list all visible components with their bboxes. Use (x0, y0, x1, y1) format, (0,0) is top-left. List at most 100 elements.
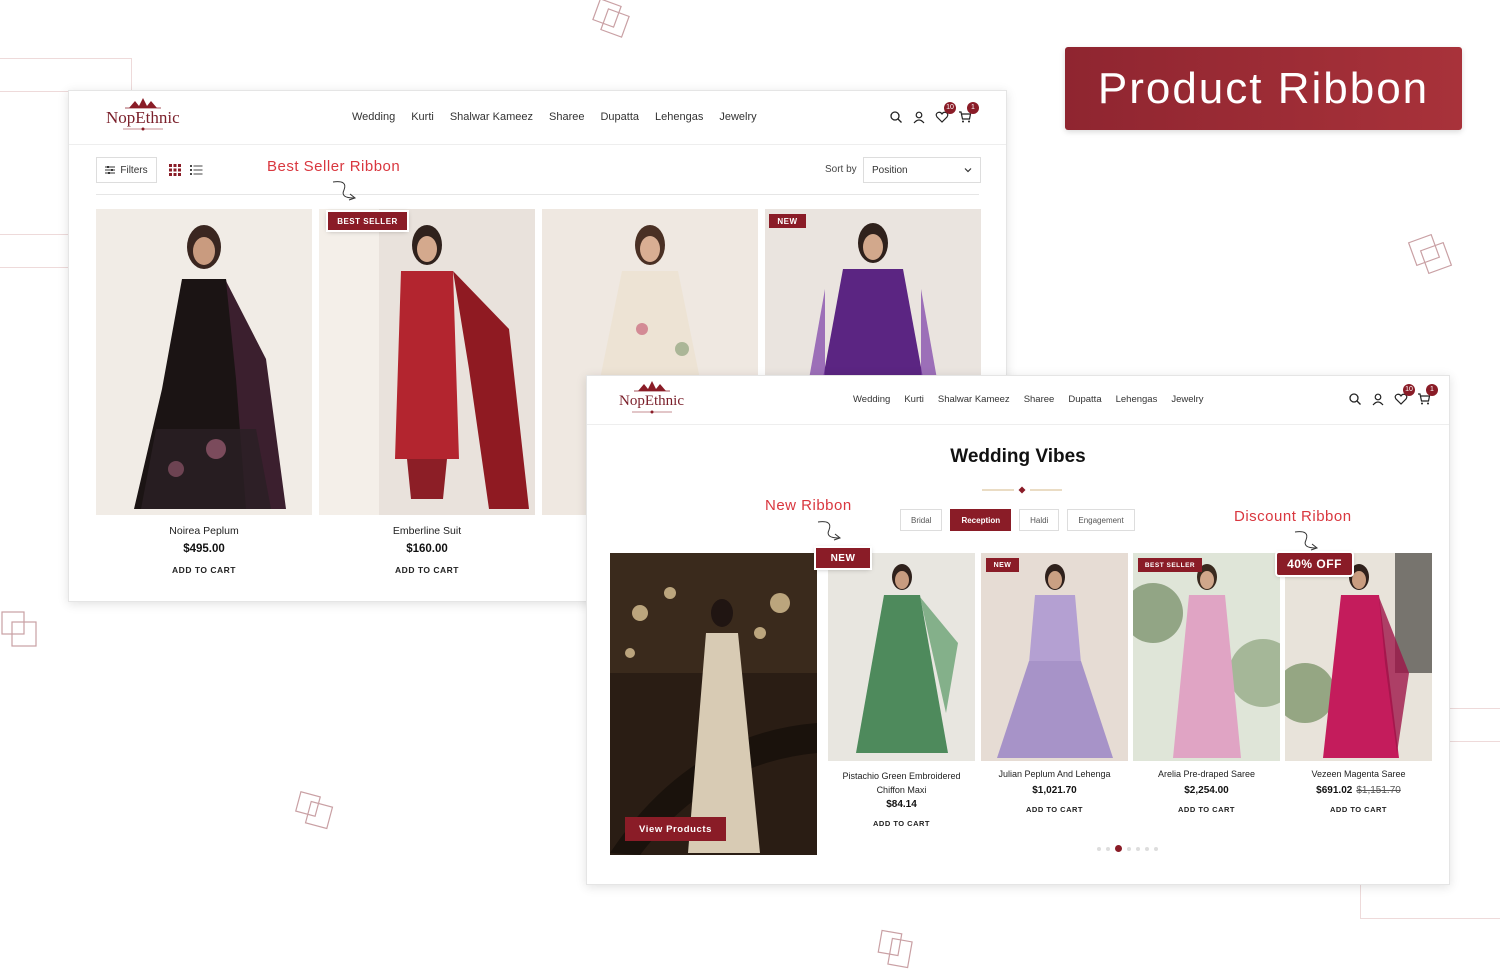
best-seller-annotation: Best Seller Ribbon (267, 158, 401, 175)
toolbar-divider (96, 194, 979, 195)
carousel-dot[interactable] (1145, 846, 1149, 851)
product-image[interactable] (319, 209, 535, 515)
new-ribbon: NEW (986, 558, 1019, 572)
carousel-dot[interactable] (1136, 846, 1140, 851)
account-icon[interactable] (1371, 392, 1385, 406)
sort-select-value: Position (872, 165, 908, 176)
store-logo[interactable]: NopEthnic (106, 97, 180, 131)
nav-item-kurti[interactable]: Kurti (411, 111, 434, 123)
new-ribbon: NEW (816, 548, 870, 568)
logo-text: NopEthnic (106, 108, 180, 127)
site-header: NopEthnic Wedding Kurti Shalwar Kameez S… (69, 91, 1006, 145)
filters-label: Filters (120, 164, 148, 176)
decor-squares-icon (295, 791, 334, 830)
logo-underline-icon (122, 127, 163, 131)
decor-squares-icon (1407, 233, 1453, 275)
grid-view-icon[interactable] (169, 164, 181, 176)
product-name[interactable]: Noirea Peplum (96, 525, 312, 537)
wishlist-icon[interactable]: 10 (1394, 384, 1415, 406)
carousel-dot[interactable] (1127, 846, 1131, 851)
discount-ribbon-annotation: Discount Ribbon (1234, 508, 1352, 525)
product-name[interactable]: Pistachio Green Embroidered Chiffon Maxi (828, 769, 975, 797)
nav-item-wedding[interactable]: Wedding (853, 394, 890, 405)
decor-line (0, 234, 68, 268)
product-name[interactable]: Vezeen Magenta Saree (1285, 769, 1432, 779)
sale-price: $691.02 (1316, 785, 1353, 796)
nav-item-shalwar-kameez[interactable]: Shalwar Kameez (938, 394, 1010, 405)
store-logo[interactable]: NopEthnic (619, 380, 684, 414)
product-image[interactable] (1133, 553, 1280, 761)
add-to-cart-button[interactable]: ADD TO CART (96, 565, 312, 575)
tab-bridal[interactable]: Bridal (900, 509, 943, 531)
cart-icon[interactable]: 1 (958, 102, 979, 124)
nav-item-wedding[interactable]: Wedding (352, 111, 395, 123)
decor-frame (0, 58, 132, 92)
carousel-dot-active[interactable] (1115, 845, 1122, 852)
curved-arrow-icon (1294, 531, 1319, 551)
product-name[interactable]: Emberline Suit (319, 525, 535, 537)
featured-banner-image[interactable] (610, 553, 817, 855)
banner-title: Product Ribbon (1097, 63, 1430, 113)
filters-button[interactable]: Filters (96, 157, 157, 183)
add-to-cart-button[interactable]: ADD TO CART (319, 565, 535, 575)
nav-item-shalwar-kameez[interactable]: Shalwar Kameez (450, 111, 533, 123)
curved-arrow-icon (332, 181, 357, 201)
ribbon-label: BEST SELLER (1144, 561, 1196, 569)
product-price: $160.00 (406, 543, 448, 555)
product-name-line: Chiffon Maxi (876, 785, 927, 795)
carousel-dot[interactable] (1097, 846, 1101, 851)
tab-reception[interactable]: Reception (950, 509, 1012, 531)
add-to-cart-button[interactable]: ADD TO CART (981, 805, 1128, 814)
product-name[interactable]: Arelia Pre-draped Saree (1133, 769, 1280, 779)
nav-item-jewelry[interactable]: Jewelry (1171, 394, 1203, 405)
wishlist-icon[interactable]: 10 (935, 102, 956, 124)
ribbon-label: 40% OFF (1287, 557, 1342, 571)
new-ribbon-annotation: New Ribbon (765, 497, 852, 514)
product-image[interactable] (96, 209, 312, 515)
account-icon[interactable] (912, 110, 926, 124)
search-icon[interactable] (1348, 392, 1362, 406)
ribbon-label: NEW (777, 216, 798, 226)
add-to-cart-button[interactable]: ADD TO CART (1285, 805, 1432, 814)
nav-item-sharee[interactable]: Sharee (1024, 394, 1055, 405)
main-nav: Wedding Kurti Shalwar Kameez Sharee Dupa… (352, 111, 773, 123)
add-to-cart-button[interactable]: ADD TO CART (828, 819, 975, 828)
wishlist-count-badge: 10 (944, 102, 956, 114)
cart-icon[interactable]: 1 (1417, 384, 1438, 406)
product-image[interactable] (828, 553, 975, 761)
product-image[interactable] (1285, 553, 1432, 761)
nav-item-sharee[interactable]: Sharee (549, 111, 584, 123)
cart-count-badge: 1 (1426, 384, 1438, 396)
discount-ribbon: 40% OFF (1277, 553, 1352, 575)
search-icon[interactable] (889, 110, 903, 124)
decor-line (1450, 708, 1500, 742)
add-to-cart-button[interactable]: ADD TO CART (1133, 805, 1280, 814)
nav-item-lehengas[interactable]: Lehengas (1116, 394, 1158, 405)
tab-haldi[interactable]: Haldi (1019, 509, 1060, 531)
carousel-dot[interactable] (1154, 846, 1158, 851)
nav-item-dupatta[interactable]: Dupatta (600, 111, 639, 123)
nav-item-dupatta[interactable]: Dupatta (1068, 394, 1101, 405)
nav-item-kurti[interactable]: Kurti (904, 394, 924, 405)
header-icons: 10 1 (880, 102, 979, 124)
tab-engagement[interactable]: Engagement (1067, 509, 1135, 531)
view-products-button[interactable]: View Products (625, 817, 726, 841)
site-header: NopEthnic Wedding Kurti Shalwar Kameez S… (587, 376, 1449, 425)
chevron-down-icon (964, 168, 972, 173)
home-section-screenshot: NopEthnic Wedding Kurti Shalwar Kameez S… (586, 375, 1450, 885)
nav-item-lehengas[interactable]: Lehengas (655, 111, 703, 123)
category-tabs: Bridal Reception Haldi Engagement (900, 509, 1143, 531)
carousel-dot[interactable] (1106, 846, 1110, 851)
list-view-icon[interactable] (190, 164, 203, 176)
ribbon-label: NEW (993, 561, 1012, 569)
new-ribbon: NEW (769, 214, 806, 228)
product-image[interactable] (981, 553, 1128, 761)
ribbon-label: NEW (830, 552, 856, 564)
decor-frame (1360, 885, 1500, 919)
main-nav: Wedding Kurti Shalwar Kameez Sharee Dupa… (853, 394, 1218, 405)
ribbon-label: BEST SELLER (337, 216, 398, 226)
decor-squares-icon (592, 0, 630, 38)
nav-item-jewelry[interactable]: Jewelry (719, 111, 756, 123)
product-name[interactable]: Julian Peplum And Lehenga (981, 769, 1128, 779)
sort-select[interactable]: Position (863, 157, 981, 183)
